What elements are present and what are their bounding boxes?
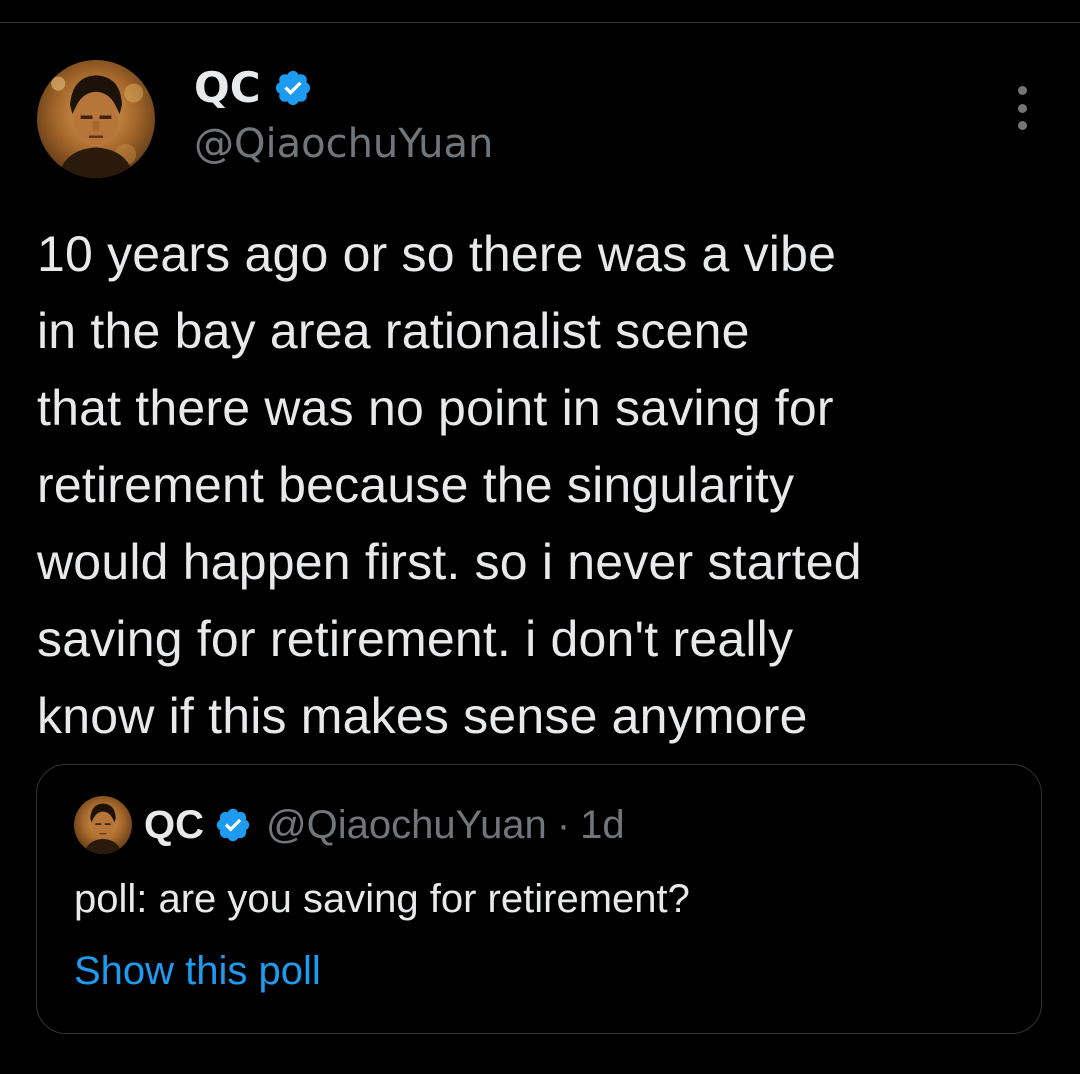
tweet-text: 10 years ago or so there was a vibe in t… <box>37 226 862 744</box>
top-divider <box>0 22 1080 23</box>
more-dot <box>1017 86 1027 95</box>
quoted-author-display-name[interactable]: QC <box>144 803 204 848</box>
author-display-name[interactable]: QC <box>194 67 261 109</box>
author-name-row: QC <box>194 60 313 116</box>
more-options-icon[interactable] <box>1000 86 1044 130</box>
verified-badge-icon <box>214 806 252 844</box>
quoted-tweet-card[interactable]: QC @QiaochuYuan · 1d poll: are you savin… <box>36 764 1042 1034</box>
author-handle[interactable]: @QiaochuYuan <box>194 122 493 166</box>
profile-photo-icon <box>74 796 132 854</box>
quoted-author-handle[interactable]: @QiaochuYuan <box>266 803 547 848</box>
quoted-author-avatar[interactable] <box>74 796 132 854</box>
author-avatar[interactable] <box>37 60 155 178</box>
quoted-tweet-text: poll: are you saving for retirement? <box>74 877 690 921</box>
quoted-tweet-time[interactable]: 1d <box>580 803 625 848</box>
more-dot <box>1017 121 1027 130</box>
show-poll-link[interactable]: Show this poll <box>74 947 321 995</box>
verified-badge-icon <box>273 68 313 108</box>
more-dot <box>1017 103 1027 113</box>
separator-dot: · <box>556 802 571 847</box>
quoted-tweet-header: QC @QiaochuYuan · 1d <box>74 796 625 854</box>
profile-photo-icon <box>37 60 155 178</box>
